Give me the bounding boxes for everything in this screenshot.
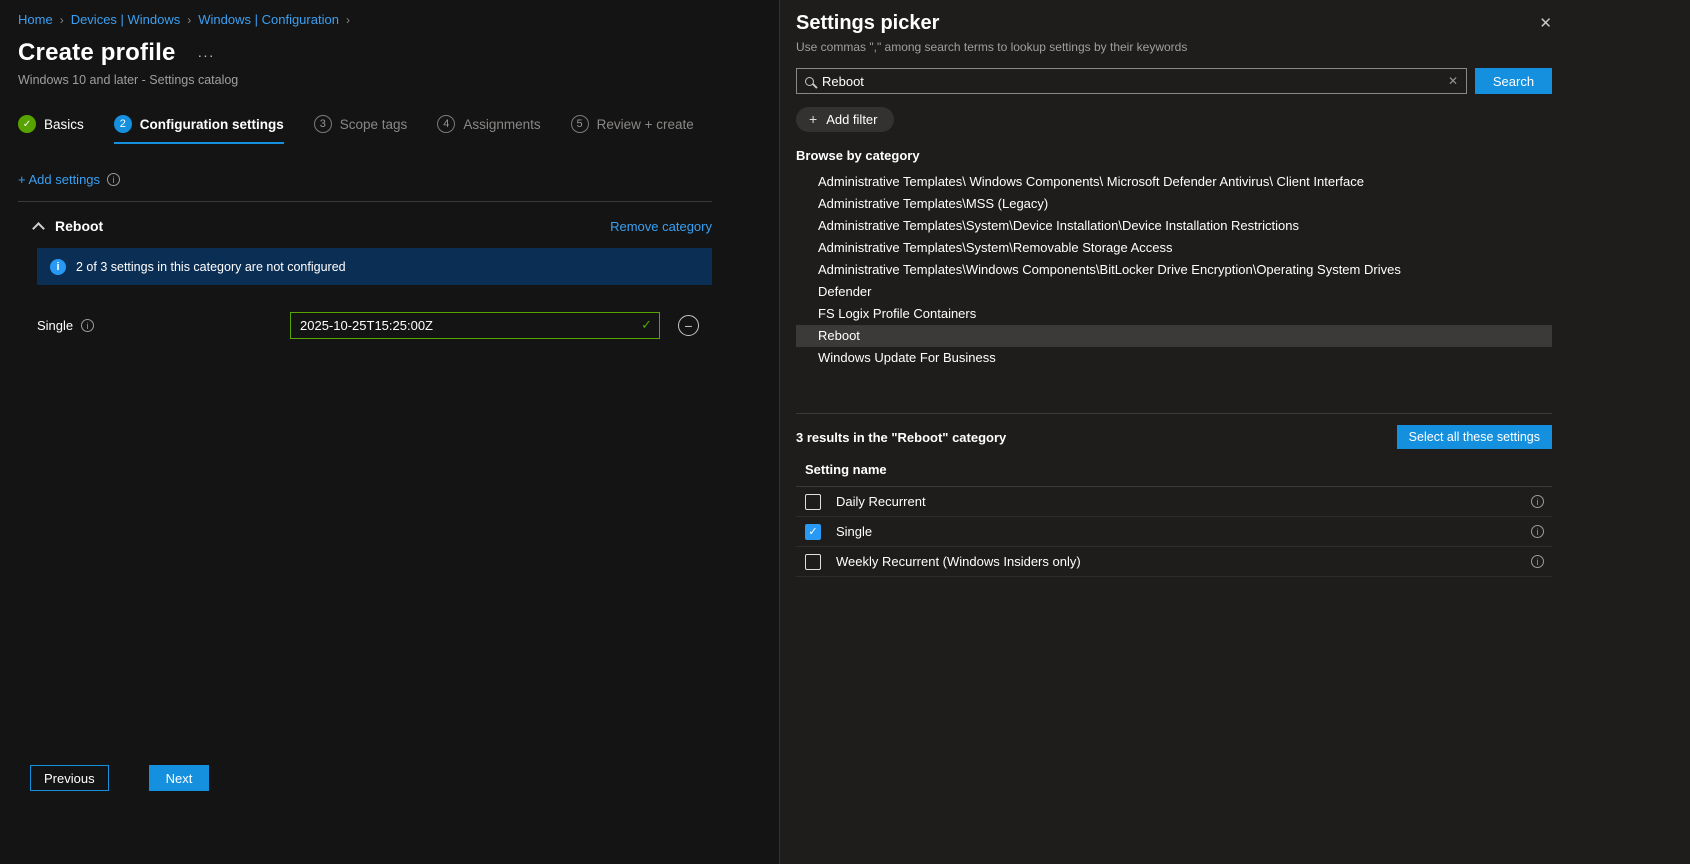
breadcrumb: Home › Devices | Windows › Windows | Con…: [18, 0, 712, 27]
wizard-footer: Previous Next: [30, 765, 210, 791]
next-button[interactable]: Next: [148, 765, 210, 791]
info-banner: i 2 of 3 settings in this category are n…: [37, 248, 712, 285]
step-label: Review + create: [596, 116, 694, 132]
breadcrumb-separator-icon: ›: [59, 12, 64, 27]
info-icon: i: [107, 173, 121, 186]
step-number-badge: 2: [113, 115, 132, 133]
checkbox-unchecked[interactable]: [805, 493, 821, 510]
info-icon: i: [81, 319, 95, 332]
step-number-badge: 4: [437, 115, 456, 133]
add-settings-link[interactable]: + Add settings: [18, 172, 100, 187]
step-label: Assignments: [463, 116, 541, 132]
remove-category-link[interactable]: Remove category: [610, 219, 712, 234]
search-box: ✕: [796, 68, 1467, 94]
chevron-up-icon[interactable]: [32, 221, 45, 235]
plus-icon: +: [809, 111, 818, 127]
page-subtitle: Windows 10 and later - Settings catalog: [18, 73, 239, 87]
category-list: Administrative Templates\ Windows Compon…: [796, 171, 1552, 369]
tab-review-create[interactable]: 5 Review + create: [570, 115, 694, 144]
results-count-text: 3 results in the "Reboot" category: [796, 429, 1007, 445]
setting-name: Daily Recurrent: [836, 494, 926, 509]
search-button[interactable]: Search: [1475, 68, 1552, 94]
close-icon[interactable]: ✕: [1539, 14, 1552, 32]
info-icon[interactable]: i: [1531, 525, 1544, 538]
tab-basics[interactable]: ✓ Basics: [18, 115, 84, 144]
step-number-badge: 3: [313, 115, 332, 133]
more-actions-icon[interactable]: ···: [198, 47, 215, 63]
clear-search-icon[interactable]: ✕: [1448, 74, 1458, 88]
category-item[interactable]: Administrative Templates\System\Device I…: [796, 215, 1552, 237]
category-item[interactable]: Windows Update For Business: [796, 347, 1552, 369]
settings-picker-panel: Settings picker ✕ Use commas "," among s…: [779, 0, 1690, 864]
info-icon[interactable]: i: [1531, 555, 1544, 568]
setting-name-column-header: Setting name: [796, 462, 1552, 487]
step-number-badge: 5: [570, 115, 589, 133]
setting-row-single: ✓ Single i: [796, 517, 1552, 547]
step-label: Scope tags: [339, 116, 408, 132]
setting-row-weekly-recurrent: Weekly Recurrent (Windows Insiders only)…: [796, 547, 1552, 577]
setting-row: Single i ✓ −: [37, 312, 712, 339]
wizard-steps: ✓ Basics 2 Configuration settings 3 Scop…: [18, 115, 712, 144]
info-banner-text: 2 of 3 settings in this category are not…: [76, 259, 346, 274]
breadcrumb-separator-icon: ›: [187, 12, 192, 27]
category-item[interactable]: Administrative Templates\System\Removabl…: [796, 237, 1552, 259]
setting-row-daily-recurrent: Daily Recurrent i: [796, 487, 1552, 517]
add-filter-label: Add filter: [826, 111, 878, 127]
valid-check-icon: ✓: [641, 317, 652, 332]
tab-scope-tags[interactable]: 3 Scope tags: [313, 115, 408, 144]
category-item[interactable]: Administrative Templates\Windows Compone…: [796, 259, 1552, 281]
category-item[interactable]: Defender: [796, 281, 1552, 303]
select-all-settings-button[interactable]: Select all these settings: [1396, 425, 1552, 449]
checkbox-checked[interactable]: ✓: [805, 523, 821, 540]
step-label: Configuration settings: [139, 116, 284, 132]
breadcrumb-separator-icon: ›: [345, 12, 350, 27]
info-icon: i: [50, 258, 66, 275]
checkbox-unchecked[interactable]: [805, 553, 821, 570]
setting-name: Weekly Recurrent (Windows Insiders only): [836, 554, 1081, 569]
single-reboot-datetime-input[interactable]: [290, 312, 660, 339]
remove-setting-icon[interactable]: −: [678, 315, 699, 336]
picker-subtitle: Use commas "," among search terms to loo…: [796, 40, 1188, 54]
page-title: Create profile: [18, 39, 176, 66]
category-item[interactable]: FS Logix Profile Containers: [796, 303, 1552, 325]
setting-name: Single: [836, 524, 873, 539]
category-item[interactable]: Administrative Templates\MSS (Legacy): [796, 193, 1552, 215]
previous-button[interactable]: Previous: [30, 765, 109, 791]
setting-label: Single: [37, 318, 74, 333]
breadcrumb-home[interactable]: Home: [18, 12, 53, 27]
category-item-selected[interactable]: Reboot: [796, 325, 1552, 347]
tab-assignments[interactable]: 4 Assignments: [437, 115, 541, 144]
browse-by-category-heading: Browse by category: [796, 148, 920, 163]
category-item[interactable]: Administrative Templates\ Windows Compon…: [796, 171, 1552, 193]
results-divider: [796, 413, 1552, 414]
breadcrumb-devices-windows[interactable]: Devices | Windows: [71, 12, 181, 27]
create-profile-pane: Home › Devices | Windows › Windows | Con…: [0, 0, 779, 864]
search-input[interactable]: [822, 73, 1440, 89]
picker-title: Settings picker: [796, 12, 940, 34]
add-filter-button[interactable]: + Add filter: [796, 107, 894, 132]
step-complete-icon: ✓: [18, 115, 36, 133]
tab-configuration-settings[interactable]: 2 Configuration settings: [113, 115, 284, 144]
step-label: Basics: [44, 116, 84, 132]
search-icon: [805, 76, 814, 86]
breadcrumb-windows-configuration[interactable]: Windows | Configuration: [198, 12, 339, 27]
category-title: Reboot: [55, 218, 104, 234]
info-icon[interactable]: i: [1531, 495, 1544, 508]
